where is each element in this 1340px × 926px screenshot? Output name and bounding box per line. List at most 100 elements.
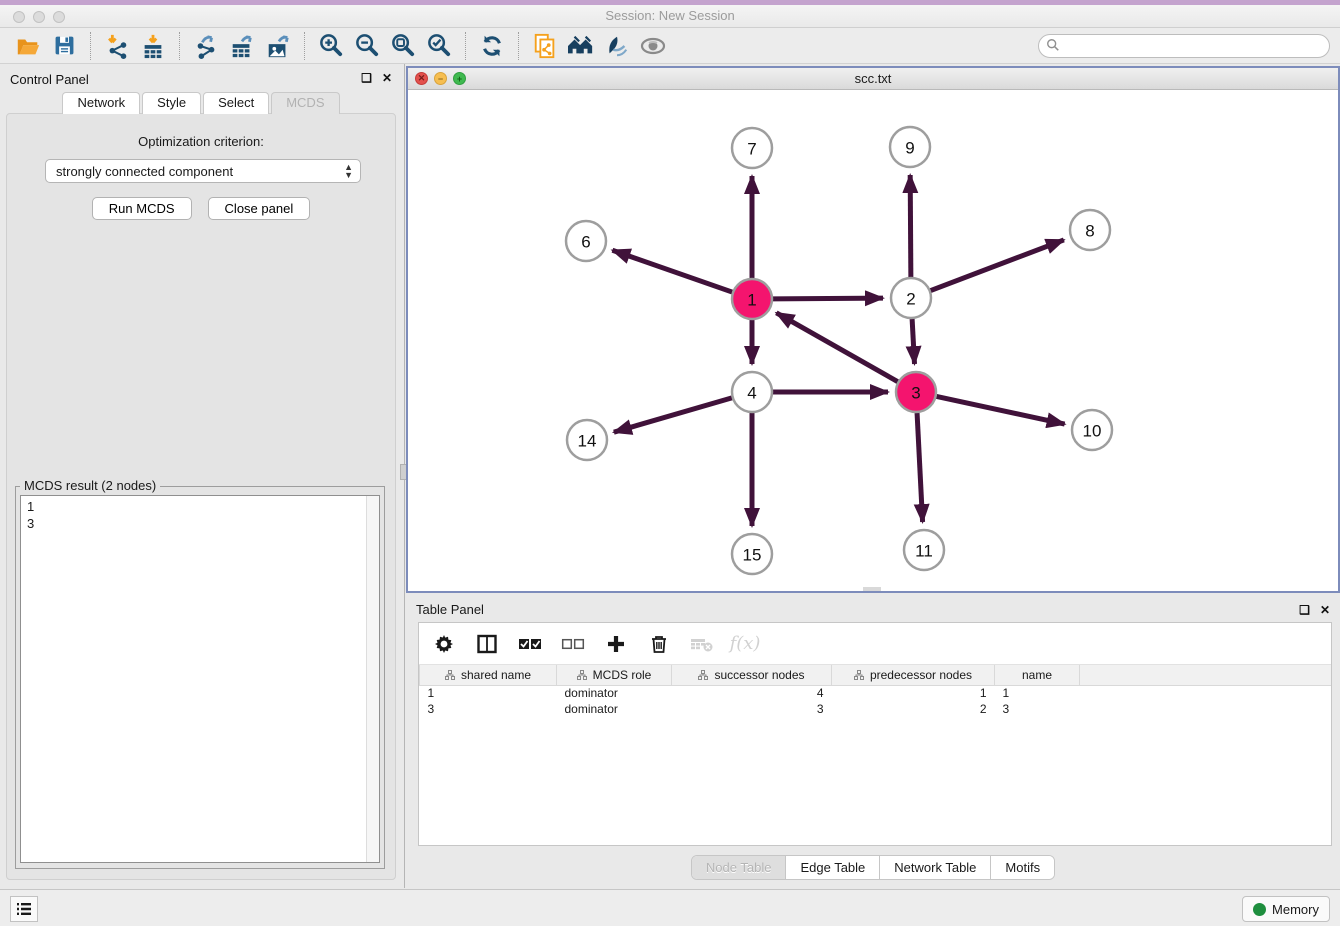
- graph-node[interactable]: 10: [1072, 410, 1112, 450]
- toolbar-separator: [179, 32, 180, 60]
- table-cell[interactable]: 2: [832, 701, 995, 717]
- column-header-mcds-role[interactable]: MCDS role: [557, 665, 672, 685]
- zoom-out-icon[interactable]: [352, 31, 382, 61]
- table-row[interactable]: 1dominator411: [420, 685, 1332, 701]
- graph-node-label: 7: [747, 140, 756, 159]
- open-session-icon[interactable]: [13, 31, 43, 61]
- graph-edge[interactable]: [937, 396, 1065, 424]
- graph-edge[interactable]: [917, 413, 923, 522]
- zoom-fit-icon[interactable]: [388, 31, 418, 61]
- task-history-button[interactable]: [10, 896, 38, 922]
- table-cell[interactable]: 4: [672, 685, 832, 701]
- graph-edge[interactable]: [910, 175, 911, 277]
- criterion-value: strongly connected component: [56, 164, 233, 179]
- export-image-icon[interactable]: [263, 31, 293, 61]
- table-cell[interactable]: 3: [995, 701, 1080, 717]
- network-view-window: ✕ − + scc.txt 7 9 6 8 1 2 4 3 14 10 15 11: [406, 66, 1340, 593]
- canvas-hscroll-handle[interactable]: [863, 587, 881, 591]
- duplicate-network-icon[interactable]: [530, 31, 560, 61]
- export-table-icon[interactable]: [227, 31, 257, 61]
- graph-edge[interactable]: [614, 398, 732, 432]
- graph-edge[interactable]: [612, 250, 732, 292]
- zoom-selected-icon[interactable]: [424, 31, 454, 61]
- float-panel-icon[interactable]: ❑: [361, 71, 372, 85]
- tab-motifs[interactable]: Motifs: [991, 856, 1054, 879]
- graph-edge[interactable]: [776, 313, 897, 382]
- network-window-titlebar[interactable]: ✕ − + scc.txt: [408, 68, 1338, 90]
- column-header-predecessor-nodes[interactable]: predecessor nodes: [832, 665, 995, 685]
- table-settings-icon[interactable]: [431, 631, 457, 657]
- column-layout-icon[interactable]: [474, 631, 500, 657]
- graph-node[interactable]: 15: [732, 534, 772, 574]
- table-cell[interactable]: 1: [420, 685, 557, 701]
- graph-node[interactable]: 6: [566, 221, 606, 261]
- graph-node[interactable]: 2: [891, 278, 931, 318]
- table-cell[interactable]: 1: [995, 685, 1080, 701]
- column-header-shared-name[interactable]: shared name: [420, 665, 557, 685]
- graph-node-label: 3: [911, 384, 920, 403]
- hide-selected-icon[interactable]: [602, 31, 632, 61]
- refresh-icon[interactable]: [477, 31, 507, 61]
- zoom-in-icon[interactable]: [316, 31, 346, 61]
- tab-mcds[interactable]: MCDS: [271, 92, 339, 114]
- close-panel-icon[interactable]: ✕: [382, 71, 392, 85]
- deselect-all-icon[interactable]: [560, 631, 586, 657]
- graph-edge[interactable]: [912, 319, 914, 364]
- search-input[interactable]: [1038, 34, 1330, 58]
- tab-select[interactable]: Select: [203, 92, 269, 114]
- graph-node[interactable]: 1: [732, 279, 772, 319]
- graph-edge[interactable]: [931, 240, 1064, 291]
- table-cell[interactable]: dominator: [557, 685, 672, 701]
- graph-node-label: 8: [1085, 222, 1094, 241]
- mcds-panel: Optimization criterion: strongly connect…: [6, 113, 396, 880]
- tab-network-table[interactable]: Network Table: [880, 856, 991, 879]
- table-cell[interactable]: 3: [672, 701, 832, 717]
- panel-splitter[interactable]: [402, 64, 405, 888]
- tab-node-table[interactable]: Node Table: [692, 856, 787, 879]
- graph-node[interactable]: 14: [567, 420, 607, 460]
- network-graph: 7 9 6 8 1 2 4 3 14 10 15 11: [408, 90, 1338, 591]
- graph-node[interactable]: 4: [732, 372, 772, 412]
- column-header-filler: [1080, 665, 1332, 685]
- tab-network[interactable]: Network: [62, 92, 140, 114]
- memory-button[interactable]: Memory: [1242, 896, 1330, 922]
- import-network-icon[interactable]: [102, 31, 132, 61]
- import-table-icon[interactable]: [138, 31, 168, 61]
- toolbar-separator: [518, 32, 519, 60]
- graph-node[interactable]: 11: [904, 530, 944, 570]
- float-table-panel-icon[interactable]: ❑: [1299, 603, 1310, 617]
- save-session-icon[interactable]: [49, 31, 79, 61]
- export-network-icon[interactable]: [191, 31, 221, 61]
- run-mcds-button[interactable]: Run MCDS: [92, 197, 192, 220]
- result-scrollbar[interactable]: [366, 496, 379, 862]
- show-graphics-details-icon[interactable]: [638, 31, 668, 61]
- table-cell[interactable]: dominator: [557, 701, 672, 717]
- delete-column-icon[interactable]: [646, 631, 672, 657]
- table-cell[interactable]: 1: [832, 685, 995, 701]
- delete-table-icon[interactable]: [689, 631, 715, 657]
- graph-node-label: 14: [578, 432, 597, 451]
- table-row[interactable]: 3dominator323: [420, 701, 1332, 717]
- criterion-select[interactable]: strongly connected component ▲▼: [45, 159, 361, 183]
- tab-style[interactable]: Style: [142, 92, 201, 114]
- network-canvas[interactable]: 7 9 6 8 1 2 4 3 14 10 15 11: [408, 90, 1338, 591]
- function-builder-icon[interactable]: f(x): [732, 631, 758, 657]
- graph-node[interactable]: 7: [732, 128, 772, 168]
- add-column-icon[interactable]: [603, 631, 629, 657]
- select-all-icon[interactable]: [517, 631, 543, 657]
- mcds-result-text[interactable]: 1 3: [20, 495, 380, 863]
- graph-node[interactable]: 9: [890, 127, 930, 167]
- first-neighbors-icon[interactable]: [566, 31, 596, 61]
- close-panel-button[interactable]: Close panel: [208, 197, 311, 220]
- graph-edge[interactable]: [773, 298, 883, 299]
- graph-node[interactable]: 3: [896, 372, 936, 412]
- tab-edge-table[interactable]: Edge Table: [786, 856, 880, 879]
- table-cell[interactable]: 3: [420, 701, 557, 717]
- graph-node[interactable]: 8: [1070, 210, 1110, 250]
- column-header-successor-nodes[interactable]: successor nodes: [672, 665, 832, 685]
- toolbar-separator: [90, 32, 91, 60]
- table-panel: Table Panel ❑ ✕: [406, 596, 1340, 888]
- close-table-panel-icon[interactable]: ✕: [1320, 603, 1330, 617]
- search-field-wrap: [1038, 34, 1330, 58]
- column-header-name[interactable]: name: [995, 665, 1080, 685]
